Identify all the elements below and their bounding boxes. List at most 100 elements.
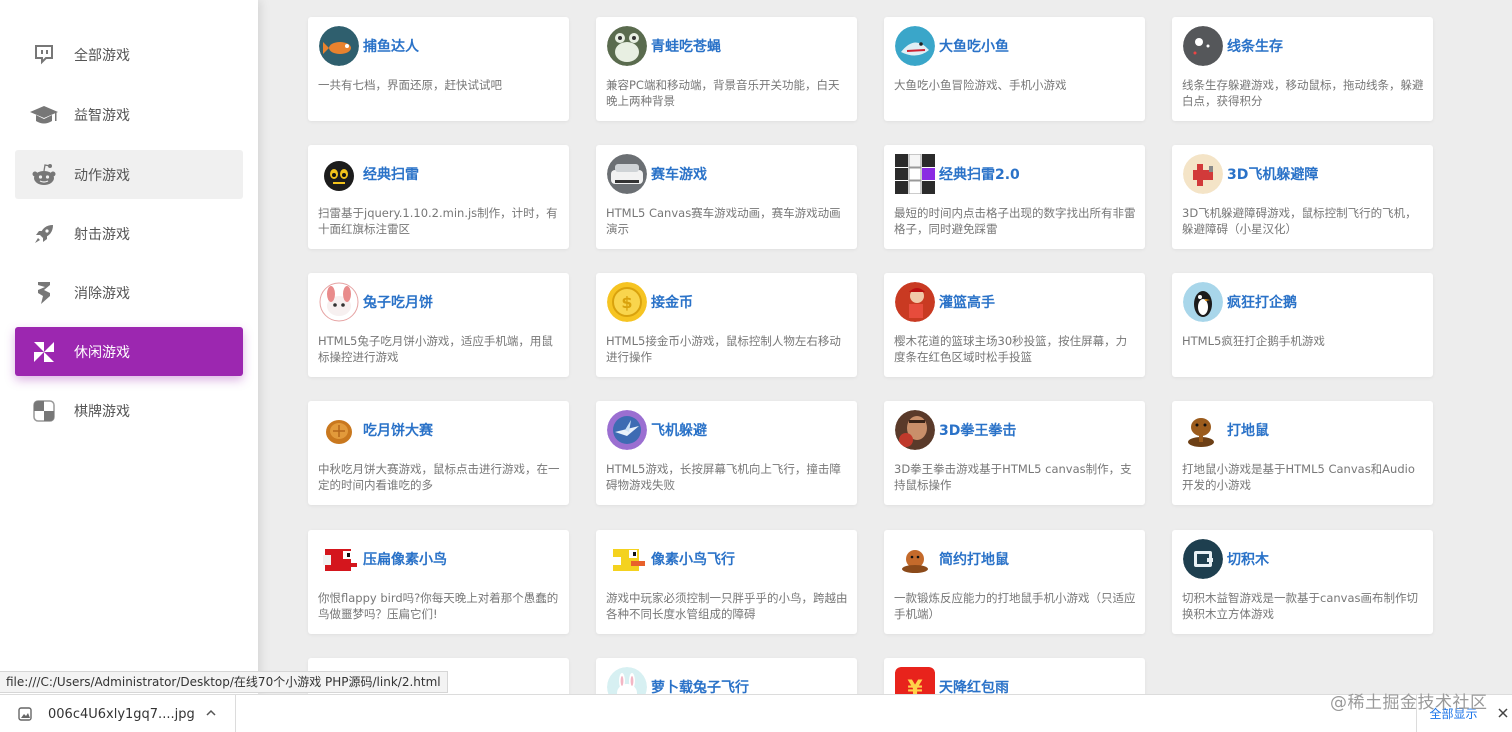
game-card[interactable]: 大鱼吃小鱼 大鱼吃小鱼冒险游戏、手机小游戏 (884, 17, 1145, 121)
plane-icon (1183, 154, 1223, 194)
game-title[interactable]: 天降红包雨 (939, 677, 1009, 694)
sidebar-item-match-games[interactable]: 消除游戏 (15, 268, 243, 317)
game-title[interactable]: 赛车游戏 (651, 164, 707, 184)
sidebar-item-label: 益智游戏 (74, 107, 130, 124)
game-title[interactable]: 青蛙吃苍蝇 (651, 36, 721, 56)
game-description: 扫雷基于jquery.1.10.2.min.js制作，计时，有十面红旗标注雷区 (318, 206, 558, 236)
image-file-icon (18, 707, 32, 721)
game-description: HTML5疯狂打企鹅手机游戏 (1182, 334, 1325, 348)
game-title[interactable]: 像素小鸟飞行 (651, 549, 735, 569)
game-card[interactable]: 兔子吃月饼 HTML5兔子吃月饼小游戏，适应手机端，用鼠标操控进行游戏 (308, 273, 569, 377)
block-icon (1183, 539, 1223, 579)
game-card[interactable]: 线条生存 线条生存躲避游戏，移动鼠标，拖动线条，躲避白点，获得积分 (1172, 17, 1433, 121)
game-card[interactable]: ¥ 天降红包雨 (884, 658, 1145, 694)
game-description: 一共有七档，界面还原，赶快试试吧 (318, 78, 502, 92)
game-title[interactable]: 兔子吃月饼 (363, 292, 433, 312)
game-description: 樱木花道的篮球主场30秒投篮，按住屏幕，力度条在红色区域时松手投篮 (894, 334, 1128, 364)
game-title[interactable]: 经典扫雷2.0 (939, 164, 1020, 184)
game-title[interactable]: 吃月饼大赛 (363, 420, 433, 440)
category-sidebar: 全部游戏 益智游戏 动作游戏 射击游戏 消除游戏 休闲游戏 棋牌游戏 (0, 0, 258, 694)
coin-icon: $ (607, 282, 647, 322)
game-card[interactable]: 经典扫雷2.0 最短的时间内点击格子出现的数字找出所有非雷格子，同时避免踩雷 (884, 145, 1145, 249)
game-description: 中秋吃月饼大赛游戏，鼠标点击进行游戏，在一定的时间内看谁吃的多 (318, 462, 560, 492)
game-description: HTML5 Canvas赛车游戏动画，赛车游戏动画演示 (606, 206, 841, 236)
game-title[interactable]: 大鱼吃小鱼 (939, 36, 1009, 56)
game-card[interactable]: $ 接金币 HTML5接金币小游戏，鼠标控制人物左右移动进行操作 (596, 273, 857, 377)
game-description: 大鱼吃小鱼冒险游戏、手机小游戏 (894, 78, 1067, 92)
game-title[interactable]: 接金币 (651, 292, 693, 312)
sidebar-item-label: 休闲游戏 (74, 344, 130, 361)
rabbit-icon (319, 282, 359, 322)
game-card[interactable]: 捕鱼达人 一共有七档，界面还原，赶快试试吧 (308, 17, 569, 121)
jet-icon (607, 410, 647, 450)
sidebar-item-puzzle-games[interactable]: 益智游戏 (15, 90, 243, 139)
sidebar-item-all-games[interactable]: 全部游戏 (15, 30, 243, 79)
watermark: @稀土掘金技术社区 (1330, 693, 1488, 713)
grid-icon (895, 154, 935, 194)
frog-icon (607, 26, 647, 66)
game-title[interactable]: 打地鼠 (1227, 420, 1269, 440)
game-card[interactable]: 简约打地鼠 一款锻炼反应能力的打地鼠手机小游戏（只适应手机端） (884, 530, 1145, 634)
game-card[interactable]: 萝卜载兔子飞行 (596, 658, 857, 694)
game-description: HTML5兔子吃月饼小游戏，适应手机端，用鼠标操控进行游戏 (318, 334, 553, 364)
game-card[interactable]: 飞机躲避 HTML5游戏，长按屏幕飞机向上飞行，撞击障碍物游戏失败 (596, 401, 857, 505)
game-title[interactable]: 线条生存 (1227, 36, 1283, 56)
game-card[interactable]: 青蛙吃苍蝇 兼容PC端和移动端，背景音乐开关功能，白天晚上两种背景 (596, 17, 857, 121)
download-item[interactable]: 006c4U6xly1gq7....jpg (0, 695, 236, 732)
game-card[interactable]: 3D飞机躲避障 3D飞机躲避障碍游戏，鼠标控制飞行的飞机，躲避障碍（小星汉化） (1172, 145, 1433, 249)
game-description: 兼容PC端和移动端，背景音乐开关功能，白天晚上两种背景 (606, 78, 840, 108)
game-description: 你恨flappy bird吗?你每天晚上对着那个愚蠢的鸟做噩梦吗？压扁它们! (318, 591, 559, 621)
reddit-icon (29, 160, 59, 190)
game-card[interactable]: 像素小鸟飞行 游戏中玩家必须控制一只胖乎乎的小鸟，跨越由各种不同长度水管组成的障… (596, 530, 857, 634)
sidebar-item-label: 棋牌游戏 (74, 403, 130, 420)
svg-text:$: $ (621, 293, 632, 312)
game-description: 打地鼠小游戏是基于HTML5 Canvas和Audio开发的小游戏 (1182, 462, 1415, 492)
yellow-bird-icon (607, 539, 647, 579)
game-card[interactable]: 赛车游戏 HTML5 Canvas赛车游戏动画，赛车游戏动画演示 (596, 145, 857, 249)
car-icon (607, 154, 647, 194)
fish-icon (319, 26, 359, 66)
game-card[interactable]: 打地鼠 打地鼠小游戏是基于HTML5 Canvas和Audio开发的小游戏 (1172, 401, 1433, 505)
game-title[interactable]: 疯狂打企鹅 (1227, 292, 1297, 312)
red-envelope-icon: ¥ (895, 667, 935, 694)
game-title[interactable]: 3D飞机躲避障 (1227, 164, 1318, 184)
game-title[interactable]: 压扁像素小鸟 (363, 549, 447, 569)
red-bird-icon (319, 539, 359, 579)
game-description: 线条生存躲避游戏，移动鼠标，拖动线条，躲避白点，获得积分 (1182, 78, 1424, 108)
download-bar: 006c4U6xly1gq7....jpg 全部显示 (0, 694, 1512, 732)
sidebar-item-board-games[interactable]: 棋牌游戏 (15, 386, 243, 435)
rocket-icon (29, 219, 59, 249)
game-title[interactable]: 经典扫雷 (363, 164, 419, 184)
sidebar-item-label: 消除游戏 (74, 285, 130, 302)
sidebar-item-casual-games[interactable]: 休闲游戏 (15, 327, 243, 376)
game-title[interactable]: 捕鱼达人 (363, 36, 419, 56)
game-description: 切积木益智游戏是一款基于canvas画布制作切换积木立方体游戏 (1182, 591, 1419, 621)
game-description: 最短的时间内点击格子出现的数字找出所有非雷格子，同时避免踩雷 (894, 206, 1136, 236)
checker-icon (29, 396, 59, 426)
sidebar-item-action-games[interactable]: 动作游戏 (15, 150, 243, 199)
game-card[interactable]: 疯狂打企鹅 HTML5疯狂打企鹅手机游戏 (1172, 273, 1433, 377)
chevron-up-icon[interactable] (205, 707, 217, 719)
game-card[interactable]: 3D拳王拳击 3D拳王拳击游戏基于HTML5 canvas制作，支持鼠标操作 (884, 401, 1145, 505)
game-title[interactable]: 灌篮高手 (939, 292, 995, 312)
game-card[interactable]: 切积木 切积木益智游戏是一款基于canvas画布制作切换积木立方体游戏 (1172, 530, 1433, 634)
mole-small-icon (895, 539, 935, 579)
game-description: 游戏中玩家必须控制一只胖乎乎的小鸟，跨越由各种不同长度水管组成的障碍 (606, 591, 848, 621)
game-title[interactable]: 3D拳王拳击 (939, 420, 1016, 440)
mole-icon (1183, 410, 1223, 450)
game-card[interactable]: 经典扫雷 扫雷基于jquery.1.10.2.min.js制作，计时，有十面红旗… (308, 145, 569, 249)
game-title[interactable]: 萝卜载兔子飞行 (651, 677, 749, 694)
bunny-icon (607, 667, 647, 694)
close-icon[interactable] (1497, 707, 1509, 719)
game-title[interactable]: 简约打地鼠 (939, 549, 1009, 569)
sidebar-item-shooting-games[interactable]: 射击游戏 (15, 209, 243, 258)
mooncake-icon (319, 410, 359, 450)
game-title[interactable]: 切积木 (1227, 549, 1269, 569)
game-title[interactable]: 飞机躲避 (651, 420, 707, 440)
bomb-icon (319, 154, 359, 194)
game-card[interactable]: 吃月饼大赛 中秋吃月饼大赛游戏，鼠标点击进行游戏，在一定的时间内看谁吃的多 (308, 401, 569, 505)
game-card[interactable]: 灌篮高手 樱木花道的篮球主场30秒投篮，按住屏幕，力度条在红色区域时松手投篮 (884, 273, 1145, 377)
boxer-icon (895, 410, 935, 450)
game-card[interactable]: 压扁像素小鸟 你恨flappy bird吗?你每天晚上对着那个愚蠢的鸟做噩梦吗？… (308, 530, 569, 634)
link-status-bar: file:///C:/Users/Administrator/Desktop/在… (0, 671, 448, 693)
